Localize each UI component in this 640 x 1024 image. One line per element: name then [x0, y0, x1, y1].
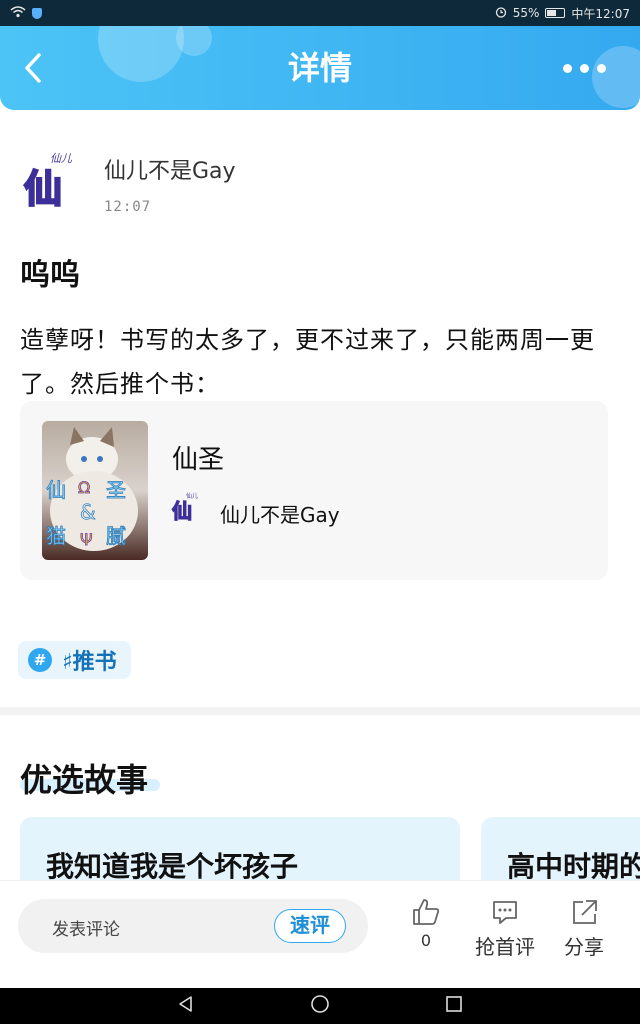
system-nav-bar	[0, 988, 640, 1024]
status-bar: 55% 中午12:07	[0, 0, 640, 26]
hash-icon: #	[28, 648, 52, 672]
author-name[interactable]: 仙儿不是Gay	[104, 153, 236, 185]
like-count: 0	[420, 931, 432, 950]
comment-icon	[493, 901, 517, 924]
svg-text:猫: 猫	[46, 524, 66, 548]
svg-text:腻: 腻	[106, 524, 126, 548]
action-bar: 发表评论 速评 0 抢首评 分享	[0, 880, 640, 988]
book-title: 仙圣	[172, 445, 225, 475]
wifi-icon	[10, 5, 26, 21]
svg-text:圣: 圣	[106, 478, 126, 502]
story-title: 高中时期的	[507, 850, 640, 883]
story-title: 我知道我是个坏孩子	[46, 850, 299, 883]
first-comment-label: 抢首评	[475, 935, 535, 959]
chevron-left-icon	[25, 53, 41, 83]
app-header: 详情	[0, 26, 640, 110]
more-dot-icon	[580, 64, 589, 73]
alarm-icon	[495, 6, 507, 21]
author-avatar[interactable]: 仙儿 仙	[20, 150, 78, 212]
more-dot-icon	[563, 64, 572, 73]
share-label: 分享	[564, 935, 604, 959]
page-title: 详情	[287, 49, 352, 87]
book-cover: 仙 Ω 圣 & 猫 Ψ 腻	[42, 421, 148, 560]
comment-input[interactable]: 发表评论 速评	[18, 899, 368, 953]
battery-icon	[545, 8, 566, 18]
tag-label: ♯推书	[62, 650, 117, 675]
topic-tag[interactable]: # ♯推书	[18, 641, 131, 679]
svg-text:仙: 仙	[172, 499, 192, 521]
svg-text:Ω: Ω	[78, 478, 90, 497]
back-button[interactable]	[18, 52, 50, 84]
first-comment-button[interactable]: 抢首评	[470, 897, 540, 960]
post-body: 造孽呀！书写的太多了，更不过来了，只能两周一更了。然后推个书：	[20, 326, 595, 398]
clock: 中午12:07	[571, 6, 630, 21]
book-card[interactable]: 仙 Ω 圣 & 猫 Ψ 腻 仙圣 仙儿 仙 仙儿不是Gay	[20, 401, 608, 580]
share-icon	[573, 900, 597, 924]
share-button[interactable]: 分享	[560, 897, 608, 960]
back-triangle-icon[interactable]	[177, 995, 195, 1017]
comment-placeholder: 发表评论	[52, 920, 120, 940]
shield-icon	[32, 7, 42, 19]
like-button[interactable]: 0	[404, 897, 448, 950]
home-circle-icon[interactable]	[310, 994, 330, 1018]
svg-text:仙: 仙	[46, 478, 66, 502]
post-time: 12:07	[104, 199, 152, 215]
svg-text:&: &	[80, 500, 96, 524]
svg-text:仙: 仙	[24, 167, 62, 208]
thumbs-up-icon	[413, 899, 440, 925]
battery-percent: 55%	[512, 6, 540, 20]
book-author-avatar: 仙儿 仙	[170, 491, 200, 524]
recents-square-icon[interactable]	[445, 995, 463, 1017]
section-title: 优选故事	[20, 761, 149, 799]
more-options-button[interactable]	[563, 64, 606, 73]
more-dot-icon	[597, 64, 606, 73]
section-divider	[0, 707, 640, 715]
svg-text:仙儿: 仙儿	[50, 152, 73, 165]
post-title: 呜呜	[20, 258, 80, 293]
quick-comment-button[interactable]: 速评	[274, 909, 346, 943]
svg-text:Ψ: Ψ	[80, 530, 93, 549]
book-author: 仙儿不是Gay	[220, 503, 340, 527]
